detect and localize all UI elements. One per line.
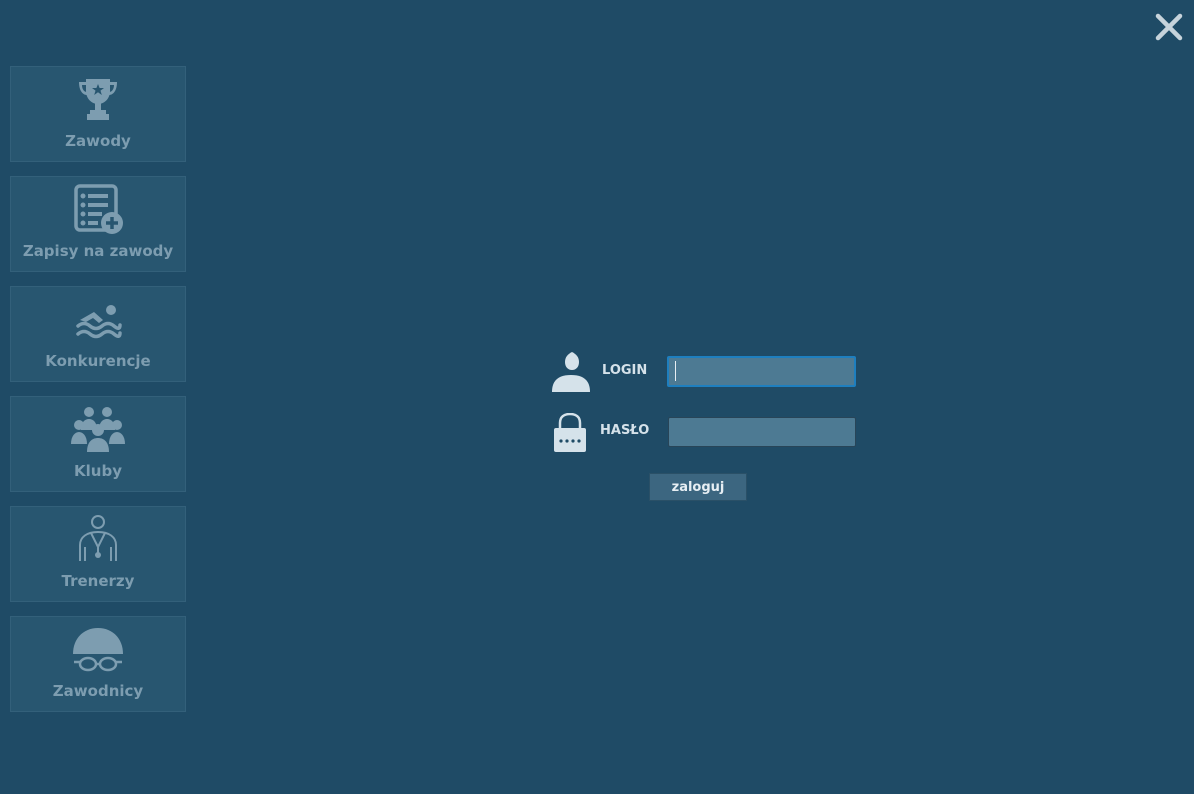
- text-cursor: [675, 361, 676, 381]
- login-label: LOGIN: [602, 363, 648, 378]
- sidebar-item-zawody[interactable]: Zawody: [10, 66, 186, 162]
- sidebar-item-label: Trenerzy: [61, 572, 135, 590]
- coach-icon: [11, 515, 185, 565]
- user-icon: [551, 350, 591, 396]
- list-add-icon: [11, 184, 185, 235]
- password-label: HASŁO: [600, 423, 650, 438]
- sidebar-item-zapisy-na-zawody[interactable]: Zapisy na zawody: [10, 176, 186, 272]
- close-icon[interactable]: [1154, 12, 1184, 42]
- sidebar-item-trenerzy[interactable]: Trenerzy: [10, 506, 186, 602]
- trophy-icon: [11, 75, 185, 125]
- sidebar-item-zawodnicy[interactable]: Zawodnicy: [10, 616, 186, 712]
- swimmer-icon: [11, 295, 185, 345]
- sidebar-item-label: Kluby: [74, 462, 122, 480]
- group-icon: [11, 405, 185, 455]
- swim-cap-goggles-icon: [11, 625, 185, 675]
- password-input[interactable]: [668, 417, 856, 447]
- sidebar-item-label: Zawody: [65, 132, 131, 150]
- sidebar-item-label: Zapisy na zawody: [22, 242, 174, 260]
- login-button[interactable]: zaloguj: [649, 473, 747, 501]
- sidebar-item-kluby[interactable]: Kluby: [10, 396, 186, 492]
- login-input[interactable]: [667, 356, 856, 387]
- sidebar-item-konkurencje[interactable]: Konkurencje: [10, 286, 186, 382]
- sidebar-item-label: Zawodnicy: [52, 682, 144, 700]
- padlock-icon: [553, 412, 587, 457]
- sidebar-item-label: Konkurencje: [45, 352, 151, 370]
